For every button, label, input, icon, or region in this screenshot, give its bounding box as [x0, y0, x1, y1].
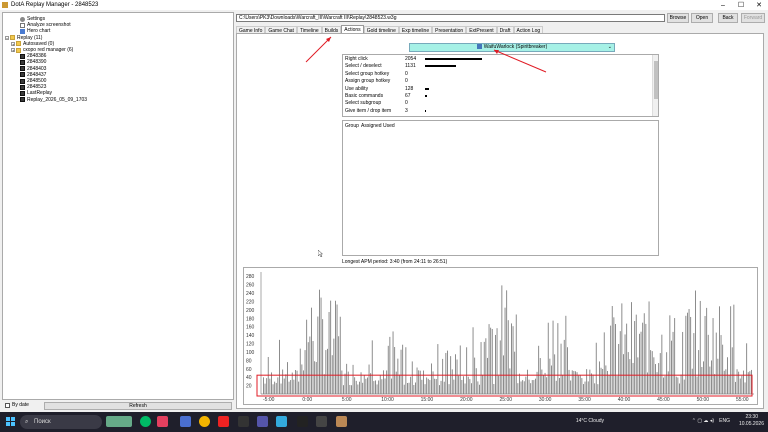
app-icon-3[interactable]: [297, 416, 308, 427]
annotation-overlay: [305, 36, 547, 73]
start-button[interactable]: [6, 417, 15, 426]
tray-icons[interactable]: ⌃ ▢ ☁ ◂): [692, 418, 714, 424]
warcraft-icon[interactable]: [316, 416, 327, 427]
clock-time[interactable]: 23:30: [745, 414, 758, 420]
app-icon-1[interactable]: [257, 416, 268, 427]
taskbar-search[interactable]: ⌕ Поиск: [20, 415, 102, 429]
landscape-widget-icon[interactable]: [106, 416, 132, 427]
clock-date[interactable]: 10.05.2026: [739, 421, 764, 427]
app-icon-2[interactable]: [276, 416, 287, 427]
youtube-icon[interactable]: [218, 416, 229, 427]
instagram-icon[interactable]: [157, 416, 168, 427]
chrome-icon[interactable]: [199, 416, 210, 427]
search-placeholder: Поиск: [34, 419, 51, 425]
windows-taskbar: ⌕ Поиск 14°C Cloudy ⌃ ▢ ☁ ◂) ENG 23:30 1…: [0, 412, 768, 432]
arrow-to-player-select: [493, 49, 547, 73]
arrow-to-actions-tab: [305, 36, 332, 63]
language-indicator[interactable]: ENG: [719, 418, 730, 424]
search-icon: ⌕: [25, 419, 29, 425]
dota-replay-manager-icon[interactable]: [336, 416, 347, 427]
edge-icon[interactable]: [140, 416, 151, 427]
game-icon[interactable]: [238, 416, 249, 427]
browser-icon[interactable]: [180, 416, 191, 427]
weather-widget[interactable]: 14°C Cloudy: [576, 418, 604, 424]
